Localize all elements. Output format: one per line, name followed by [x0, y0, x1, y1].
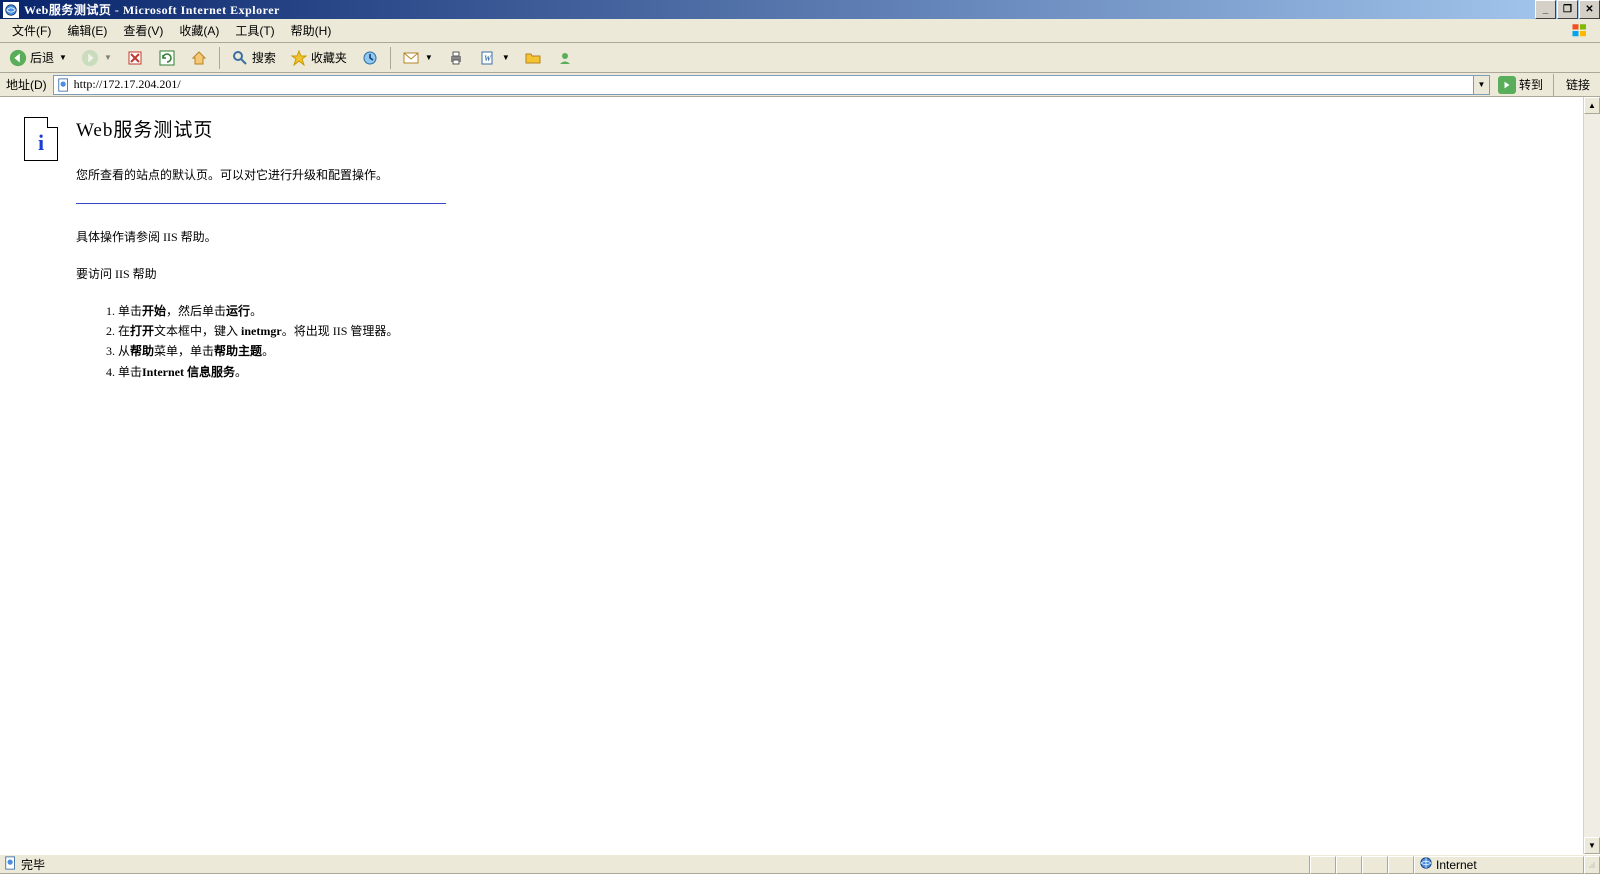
toolbar-separator [390, 47, 391, 69]
page-icon [4, 856, 18, 873]
address-dropdown-button[interactable]: ▼ [1473, 76, 1489, 94]
mail-icon [402, 49, 420, 67]
search-icon [231, 49, 249, 67]
status-pane [1362, 856, 1388, 874]
addressbar: 地址(D) ▼ 转到 链接 [0, 73, 1600, 97]
back-icon [9, 49, 27, 67]
ie-app-icon [3, 2, 19, 18]
print-icon [447, 49, 465, 67]
messenger-icon [556, 49, 574, 67]
page-description: 您所查看的站点的默认页。可以对它进行升级和配置操作。 [76, 166, 1559, 183]
vertical-scrollbar[interactable]: ▲ ▼ [1583, 97, 1600, 854]
zone-label: Internet [1436, 858, 1477, 872]
go-button[interactable]: 转到 [1494, 74, 1547, 96]
info-document-icon: i [24, 117, 58, 161]
internet-zone-icon [1419, 856, 1433, 873]
address-input-wrap[interactable]: ▼ [53, 75, 1490, 95]
toolbar-separator [1553, 74, 1554, 96]
maximize-button[interactable]: ❐ [1557, 0, 1578, 19]
search-label: 搜索 [252, 49, 276, 66]
window-title: Web服务测试页 - Microsoft Internet Explorer [22, 1, 1534, 18]
favorites-button[interactable]: 收藏夹 [285, 46, 352, 70]
go-icon [1498, 76, 1516, 94]
menubar: 文件(F) 编辑(E) 查看(V) 收藏(A) 工具(T) 帮助(H) [0, 19, 1600, 43]
toolbar: 后退 ▼ ▼ 搜索 收藏夹 [0, 43, 1600, 73]
chevron-down-icon: ▼ [502, 53, 510, 62]
list-item: 单击Internet 信息服务。 [118, 363, 1559, 382]
resize-grip[interactable] [1584, 856, 1600, 874]
edit-button[interactable]: W ▼ [474, 46, 515, 70]
history-button[interactable] [356, 46, 384, 70]
menu-help[interactable]: 帮助(H) [283, 19, 340, 42]
back-button[interactable]: 后退 ▼ [4, 46, 72, 70]
status-pane [1336, 856, 1362, 874]
svg-text:W: W [484, 54, 492, 63]
menu-edit[interactable]: 编辑(E) [59, 19, 115, 42]
divider [76, 203, 446, 204]
page-title: Web服务测试页 [76, 115, 1559, 142]
status-text: 完毕 [21, 856, 45, 873]
search-button[interactable]: 搜索 [226, 46, 281, 70]
statusbar: 完毕 Internet [0, 854, 1600, 874]
stop-button[interactable] [121, 46, 149, 70]
status-main-pane: 完毕 [0, 856, 1310, 874]
page-help-ref: 具体操作请参阅 IIS 帮助。 [76, 228, 1559, 245]
address-input[interactable] [74, 76, 1473, 94]
home-icon [190, 49, 208, 67]
status-pane [1388, 856, 1414, 874]
stop-icon [126, 49, 144, 67]
content-area: i Web服务测试页 您所查看的站点的默认页。可以对它进行升级和配置操作。 具体… [0, 97, 1600, 854]
refresh-icon [158, 49, 176, 67]
list-item: 从帮助菜单，单击帮助主题。 [118, 342, 1559, 361]
chevron-down-icon: ▼ [425, 53, 433, 62]
mail-button[interactable]: ▼ [397, 46, 438, 70]
edit-icon: W [479, 49, 497, 67]
page-body: i Web服务测试页 您所查看的站点的默认页。可以对它进行升级和配置操作。 具体… [0, 97, 1583, 854]
chevron-down-icon: ▼ [104, 53, 112, 62]
list-item: 单击开始，然后单击运行。 [118, 302, 1559, 321]
list-item: 在打开文本框中，键入 inetmgr。将出现 IIS 管理器。 [118, 322, 1559, 341]
security-zone-pane: Internet [1414, 856, 1584, 874]
messenger-button[interactable] [551, 46, 579, 70]
folder-icon [524, 49, 542, 67]
toolbar-separator [219, 47, 220, 69]
status-pane [1310, 856, 1336, 874]
scroll-track[interactable] [1584, 114, 1600, 837]
menu-file[interactable]: 文件(F) [4, 19, 59, 42]
minimize-button[interactable]: _ [1535, 0, 1556, 19]
go-label: 转到 [1519, 76, 1543, 93]
menu-tools[interactable]: 工具(T) [227, 19, 282, 42]
address-label: 地址(D) [4, 76, 49, 93]
back-label: 后退 [30, 49, 54, 66]
discuss-button[interactable] [519, 46, 547, 70]
history-icon [361, 49, 379, 67]
page-icon [56, 77, 72, 93]
window-controls: _ ❐ ✕ [1534, 0, 1600, 19]
menu-view[interactable]: 查看(V) [115, 19, 171, 42]
star-icon [290, 49, 308, 67]
print-button[interactable] [442, 46, 470, 70]
refresh-button[interactable] [153, 46, 181, 70]
page-help-heading: 要访问 IIS 帮助 [76, 265, 1559, 282]
links-label[interactable]: 链接 [1560, 76, 1596, 93]
instruction-list: 单击开始，然后单击运行。 在打开文本框中，键入 inetmgr。将出现 IIS … [76, 302, 1559, 382]
chevron-down-icon: ▼ [59, 53, 67, 62]
close-button[interactable]: ✕ [1579, 0, 1600, 19]
forward-icon [81, 49, 99, 67]
favorites-label: 收藏夹 [311, 49, 347, 66]
scroll-down-button[interactable]: ▼ [1584, 837, 1600, 854]
menu-favorites[interactable]: 收藏(A) [171, 19, 227, 42]
forward-button[interactable]: ▼ [76, 46, 117, 70]
home-button[interactable] [185, 46, 213, 70]
titlebar: Web服务测试页 - Microsoft Internet Explorer _… [0, 0, 1600, 19]
scroll-up-button[interactable]: ▲ [1584, 97, 1600, 114]
windows-logo-icon [1564, 21, 1596, 41]
